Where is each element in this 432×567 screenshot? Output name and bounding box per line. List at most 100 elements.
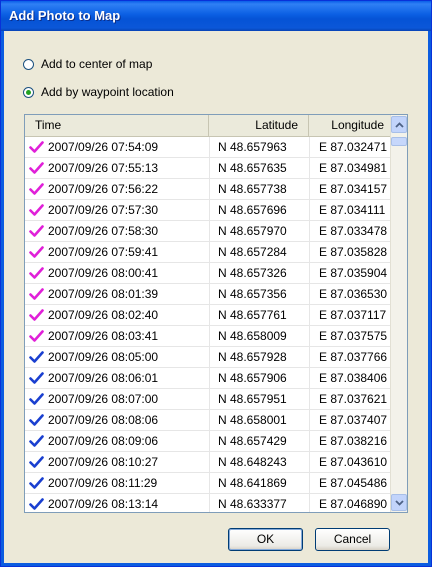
time-cell: 2007/09/26 08:11:29 xyxy=(25,473,209,493)
longitude-cell: E 87.038406 xyxy=(309,368,390,388)
time-value: 2007/09/26 07:55:13 xyxy=(48,160,159,175)
table-row[interactable]: 2007/09/26 08:09:06 N 48.657429 E 87.03821… xyxy=(25,431,390,452)
column-header-longitude[interactable]: Longitude xyxy=(309,115,390,136)
time-cell: 2007/09/26 07:58:30 xyxy=(25,221,209,241)
longitude-cell: E 87.046890 xyxy=(309,494,390,512)
table-row[interactable]: 2007/09/26 08:00:41 N 48.657326 E 87.03590… xyxy=(25,263,390,284)
time-value: 2007/09/26 08:07:00 xyxy=(48,391,159,406)
list-header: Time Latitude Longitude xyxy=(25,115,390,137)
table-row[interactable]: 2007/09/26 07:59:41 N 48.657284 E 87.03582… xyxy=(25,242,390,263)
table-row[interactable]: 2007/09/26 07:58:30 N 48.657970 E 87.03347… xyxy=(25,221,390,242)
time-value: 2007/09/26 08:11:29 xyxy=(48,475,158,490)
radio-label-center: Add to center of map xyxy=(41,57,153,71)
longitude-cell: E 87.043610 xyxy=(309,452,390,472)
latitude-cell: N 48.657429 xyxy=(209,431,309,451)
latitude-cell: N 48.657635 xyxy=(209,158,309,178)
title-bar[interactable]: Add Photo to Map xyxy=(1,1,431,31)
time-cell: 2007/09/26 08:01:39 xyxy=(25,284,209,304)
latitude-cell: N 48.657738 xyxy=(209,179,309,199)
table-row[interactable]: 2007/09/26 07:55:13 N 48.657635 E 87.03498… xyxy=(25,158,390,179)
longitude-cell: E 87.045486 xyxy=(309,473,390,493)
table-row[interactable]: 2007/09/26 08:05:00 N 48.657928 E 87.03776… xyxy=(25,347,390,368)
radio-label-waypoint: Add by waypoint location xyxy=(41,85,174,99)
longitude-cell: E 87.035828 xyxy=(309,242,390,262)
table-row[interactable]: 2007/09/26 08:02:40 N 48.657761 E 87.03711… xyxy=(25,305,390,326)
time-value: 2007/09/26 08:13:14 xyxy=(48,496,159,511)
check-icon[interactable] xyxy=(29,414,44,426)
check-icon[interactable] xyxy=(29,162,44,174)
scroll-thumb[interactable] xyxy=(391,137,407,146)
photo-time-list[interactable]: Time Latitude Longitude 2007/09/26 07:54… xyxy=(24,114,408,513)
time-cell: 2007/09/26 08:08:06 xyxy=(25,410,209,430)
window-frame-right xyxy=(428,31,431,566)
check-icon[interactable] xyxy=(29,204,44,216)
check-icon[interactable] xyxy=(29,393,44,405)
check-icon[interactable] xyxy=(29,267,44,279)
time-cell: 2007/09/26 08:10:27 xyxy=(25,452,209,472)
time-value: 2007/09/26 08:00:41 xyxy=(48,265,159,280)
time-value: 2007/09/26 08:08:06 xyxy=(48,412,159,427)
check-icon[interactable] xyxy=(29,225,44,237)
column-header-time[interactable]: Time xyxy=(25,115,209,136)
table-row[interactable]: 2007/09/26 08:13:14 N 48.633377 E 87.04689… xyxy=(25,494,390,512)
time-cell: 2007/09/26 07:56:22 xyxy=(25,179,209,199)
table-row[interactable]: 2007/09/26 08:10:27 N 48.648243 E 87.04361… xyxy=(25,452,390,473)
longitude-cell: E 87.034157 xyxy=(309,179,390,199)
time-value: 2007/09/26 08:06:01 xyxy=(48,370,159,385)
radio-add-to-center[interactable]: Add to center of map xyxy=(23,55,152,73)
time-value: 2007/09/26 08:01:39 xyxy=(48,286,159,301)
scroll-down-button[interactable] xyxy=(391,494,407,511)
table-row[interactable]: 2007/09/26 08:08:06 N 48.658001 E 87.03740… xyxy=(25,410,390,431)
table-row[interactable]: 2007/09/26 07:54:09 N 48.657963 E 87.03247… xyxy=(25,137,390,158)
window-frame-left xyxy=(1,31,4,566)
time-cell: 2007/09/26 08:05:00 xyxy=(25,347,209,367)
longitude-cell: E 87.037766 xyxy=(309,347,390,367)
dialog-title: Add Photo to Map xyxy=(9,8,121,23)
column-header-latitude[interactable]: Latitude xyxy=(209,115,309,136)
table-row[interactable]: 2007/09/26 08:07:00 N 48.657951 E 87.03762… xyxy=(25,389,390,410)
table-row[interactable]: 2007/09/26 07:56:22 N 48.657738 E 87.03415… xyxy=(25,179,390,200)
latitude-cell: N 48.657928 xyxy=(209,347,309,367)
time-cell: 2007/09/26 08:07:00 xyxy=(25,389,209,409)
table-row[interactable]: 2007/09/26 08:01:39 N 48.657356 E 87.03653… xyxy=(25,284,390,305)
longitude-cell: E 87.035904 xyxy=(309,263,390,283)
check-icon[interactable] xyxy=(29,498,44,510)
check-icon[interactable] xyxy=(29,330,44,342)
check-icon[interactable] xyxy=(29,456,44,468)
check-icon[interactable] xyxy=(29,183,44,195)
table-row[interactable]: 2007/09/26 08:06:01 N 48.657906 E 87.03840… xyxy=(25,368,390,389)
chevron-down-icon xyxy=(394,499,404,506)
radio-button-waypoint[interactable] xyxy=(23,86,34,98)
time-cell: 2007/09/26 08:00:41 xyxy=(25,263,209,283)
check-icon[interactable] xyxy=(29,246,44,258)
ok-button[interactable]: OK xyxy=(228,528,303,551)
time-value: 2007/09/26 07:56:22 xyxy=(48,181,159,196)
time-cell: 2007/09/26 07:59:41 xyxy=(25,242,209,262)
time-value: 2007/09/26 07:57:30 xyxy=(48,202,159,217)
check-icon[interactable] xyxy=(29,288,44,300)
check-icon[interactable] xyxy=(29,309,44,321)
time-value: 2007/09/26 08:10:27 xyxy=(48,454,159,469)
check-icon[interactable] xyxy=(29,351,44,363)
table-row[interactable]: 2007/09/26 08:11:29 N 48.641869 E 87.04548… xyxy=(25,473,390,494)
latitude-cell: N 48.658001 xyxy=(209,410,309,430)
cancel-button[interactable]: Cancel xyxy=(315,528,390,551)
vertical-scrollbar[interactable] xyxy=(390,115,407,512)
latitude-cell: N 48.648243 xyxy=(209,452,309,472)
time-value: 2007/09/26 07:54:09 xyxy=(48,139,159,154)
latitude-cell: N 48.657326 xyxy=(209,263,309,283)
table-row[interactable]: 2007/09/26 08:03:41 N 48.658009 E 87.03757… xyxy=(25,326,390,347)
latitude-cell: N 48.657963 xyxy=(209,137,309,157)
scroll-up-button[interactable] xyxy=(391,116,407,133)
check-icon[interactable] xyxy=(29,477,44,489)
table-row[interactable]: 2007/09/26 07:57:30 N 48.657696 E 87.03411… xyxy=(25,200,390,221)
window-frame-bottom xyxy=(1,563,431,566)
radio-add-by-waypoint[interactable]: Add by waypoint location xyxy=(23,83,174,101)
check-icon[interactable] xyxy=(29,435,44,447)
add-photo-dialog: Add Photo to Map Add to center of map Ad… xyxy=(0,0,432,567)
longitude-cell: E 87.037621 xyxy=(309,389,390,409)
latitude-cell: N 48.657970 xyxy=(209,221,309,241)
check-icon[interactable] xyxy=(29,141,44,153)
radio-button-center[interactable] xyxy=(23,58,34,70)
check-icon[interactable] xyxy=(29,372,44,384)
